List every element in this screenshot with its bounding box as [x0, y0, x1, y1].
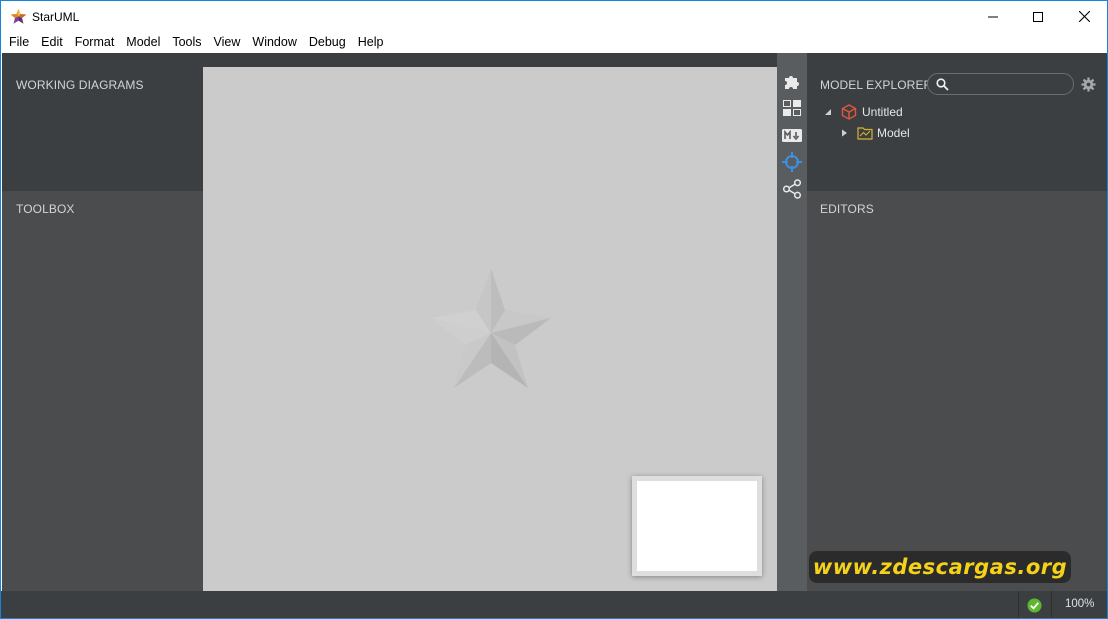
expand-caret-icon[interactable] [839, 128, 849, 138]
title-bar: StarUML [1, 1, 1107, 32]
close-icon [1078, 11, 1090, 22]
window-title: StarUML [32, 10, 80, 24]
minimap[interactable] [632, 476, 762, 576]
share-icon [782, 179, 802, 199]
menu-debug[interactable]: Debug [303, 32, 352, 53]
canvas-top-strip [203, 53, 777, 67]
menu-tools[interactable]: Tools [166, 32, 207, 53]
crosshair-button[interactable] [782, 152, 802, 172]
side-toolstrip [777, 53, 807, 591]
staruml-logo-icon [10, 8, 27, 24]
minimize-button[interactable] [970, 1, 1016, 32]
menu-model[interactable]: Model [120, 32, 166, 53]
project-cube-icon [841, 104, 857, 120]
watermark-text: www.zdescargas.org [812, 555, 1068, 579]
working-diagrams-title: WORKING DIAGRAMS [16, 78, 144, 92]
tree-item-label: Untitled [862, 105, 903, 119]
status-divider [1018, 591, 1019, 618]
maximize-button[interactable] [1015, 1, 1061, 32]
model-search-input[interactable] [927, 73, 1074, 95]
toolbox-title: TOOLBOX [16, 202, 75, 216]
maximize-icon [1033, 11, 1043, 22]
menu-help[interactable]: Help [352, 32, 390, 53]
collapse-caret-icon[interactable] [823, 107, 833, 117]
zoom-level[interactable]: 100% [1065, 598, 1094, 610]
share-button[interactable] [782, 179, 802, 199]
close-button[interactable] [1061, 1, 1107, 32]
menu-bar: File Edit Format Model Tools View Window… [1, 32, 1107, 53]
extensions-button[interactable] [782, 71, 802, 91]
menu-file[interactable]: File [3, 32, 35, 53]
tree-item-untitled[interactable]: Untitled [823, 104, 903, 120]
menu-window[interactable]: Window [246, 32, 302, 53]
menu-view[interactable]: View [208, 32, 247, 53]
model-folder-icon [857, 127, 873, 140]
tree-item-label: Model [877, 126, 910, 140]
status-bar: 100% [1, 591, 1107, 618]
search-icon [936, 78, 949, 91]
settings-gear-icon[interactable] [1081, 77, 1096, 92]
diagram-layout-button[interactable] [782, 98, 802, 118]
working-diagrams-panel: WORKING DIAGRAMS [2, 53, 203, 191]
markdown-icon [782, 128, 802, 142]
editors-panel: EDITORS [807, 191, 1107, 591]
markdown-button[interactable] [782, 125, 802, 145]
minimize-icon [988, 16, 998, 17]
tree-item-model[interactable]: Model [839, 126, 910, 140]
menu-edit[interactable]: Edit [35, 32, 69, 53]
menu-format[interactable]: Format [69, 32, 121, 53]
status-divider [1051, 591, 1052, 618]
puzzle-icon [785, 76, 799, 89]
model-explorer-title: MODEL EXPLORER [820, 78, 933, 92]
staruml-watermark-star-icon [430, 269, 551, 388]
app-window: StarUML File Edit Format Model Tools Vie… [0, 0, 1108, 619]
editors-title: EDITORS [820, 202, 874, 216]
diagram-layout-icon [783, 100, 801, 116]
crosshair-icon [782, 152, 802, 172]
toolbox-panel: TOOLBOX [2, 191, 203, 591]
validation-ok-icon[interactable] [1027, 598, 1042, 613]
site-watermark: www.zdescargas.org [809, 551, 1071, 583]
